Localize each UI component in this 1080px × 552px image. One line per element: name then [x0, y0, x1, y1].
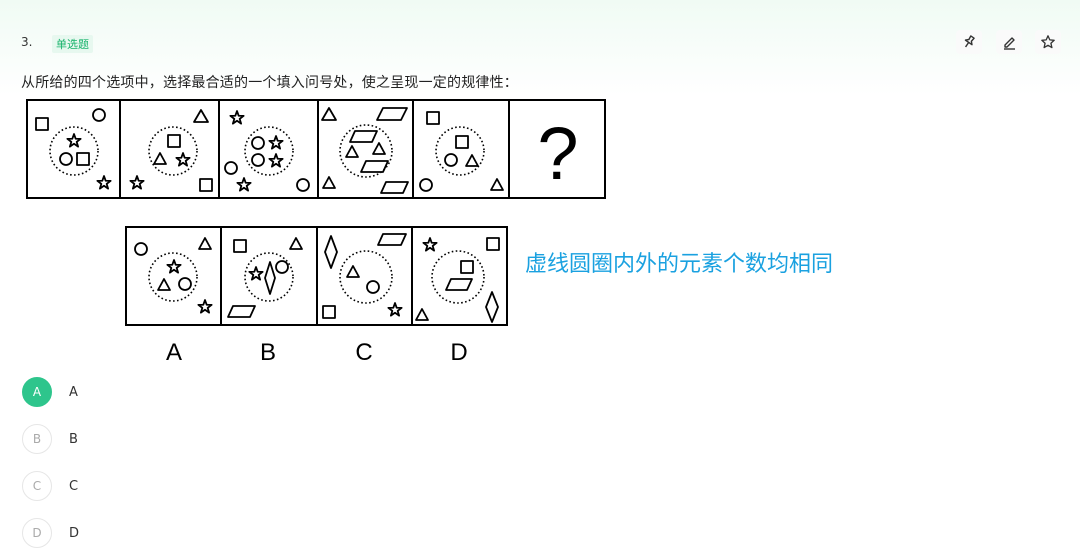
option-b[interactable]: B B	[22, 424, 78, 454]
question-text: 从所给的四个选项中，选择最合适的一个填入问号处，使之呈现一定的规律性：	[21, 75, 518, 91]
edit-icon	[1004, 37, 1015, 50]
question-figure: ?	[26, 99, 606, 199]
answer-label-a: A	[166, 339, 182, 366]
pin-icon	[964, 35, 975, 48]
answer-panel-b	[227, 237, 303, 318]
option-b-text: B	[69, 431, 78, 447]
option-d-text: D	[69, 525, 80, 541]
question-panel-5	[419, 111, 504, 192]
option-d[interactable]: D D	[22, 518, 79, 548]
favorite-button[interactable]	[1035, 30, 1061, 54]
pin-button[interactable]	[956, 30, 982, 54]
answer-label-c: C	[355, 339, 372, 366]
answer-panel-a	[134, 237, 213, 314]
option-a[interactable]: A A	[22, 377, 78, 407]
answer-label-d: D	[450, 339, 467, 366]
option-c-badge: C	[22, 471, 52, 501]
answer-figure: A B C D	[125, 226, 508, 366]
question-panel-1	[35, 108, 112, 190]
option-a-badge: A	[22, 377, 52, 407]
answer-panel-d	[415, 237, 500, 323]
answer-annotation: 虚线圆圈内外的元素个数均相同	[525, 252, 834, 277]
question-panel-2	[129, 109, 213, 192]
star-icon	[1041, 35, 1055, 49]
option-a-text: A	[69, 384, 78, 400]
option-b-badge: B	[22, 424, 52, 454]
option-c[interactable]: C C	[22, 471, 78, 501]
question-number: 3.	[21, 35, 33, 49]
answer-label-b: B	[260, 339, 276, 366]
question-type-badge: 单选题	[52, 35, 93, 53]
option-c-text: C	[69, 478, 79, 494]
question-mark: ?	[537, 112, 578, 195]
edit-button[interactable]	[996, 30, 1022, 54]
answer-panel-c	[322, 233, 407, 319]
question-panel-4	[321, 107, 409, 194]
option-d-badge: D	[22, 518, 52, 548]
question-panel-3	[224, 110, 310, 192]
